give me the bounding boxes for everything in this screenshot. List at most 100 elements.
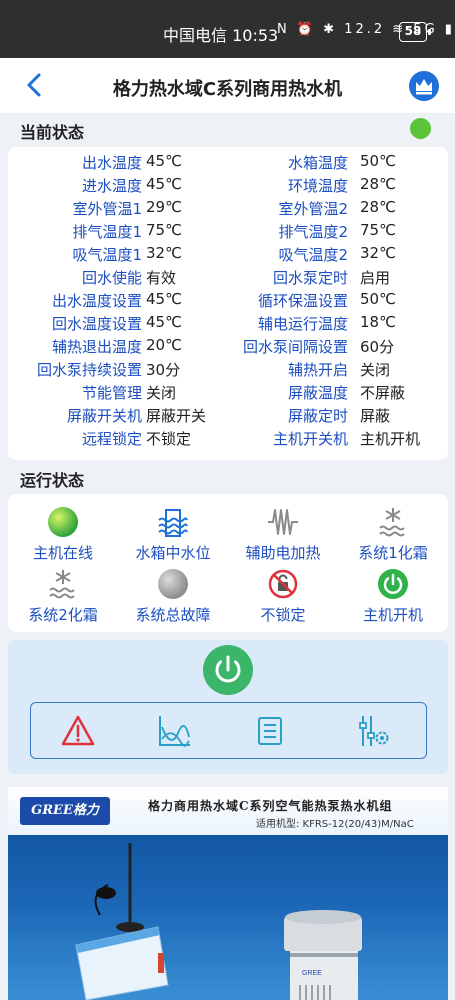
run-label: 系统2化霜 bbox=[28, 606, 98, 624]
param-label: 环境温度 bbox=[287, 177, 348, 195]
list-icon[interactable] bbox=[252, 713, 288, 749]
unlock-icon bbox=[268, 569, 298, 599]
param-row: 回水泵持续设置 30分 辅热开启 关闭 bbox=[8, 359, 448, 382]
param-row: 远程锁定 不锁定 主机开关机 主机开机 bbox=[8, 428, 448, 451]
param-row: 出水温度设置 45℃ 循环保温设置 50℃ bbox=[8, 290, 448, 313]
param-value: 60分 bbox=[360, 338, 395, 356]
param-row: 节能管理 关闭 屏蔽温度 不屏蔽 bbox=[8, 382, 448, 405]
run-item-water-level: 水箱中水位 bbox=[118, 506, 228, 563]
param-value: 75℃ bbox=[146, 221, 182, 239]
param-label: 回水使能 bbox=[81, 269, 142, 287]
power-icon[interactable] bbox=[203, 645, 253, 695]
run-item-fault: 系统总故障 bbox=[118, 568, 228, 625]
run-label: 主机开机 bbox=[362, 606, 423, 624]
param-value: 50℃ bbox=[360, 152, 396, 170]
param-label: 主机开关机 bbox=[272, 430, 348, 448]
param-value: 20℃ bbox=[146, 336, 182, 354]
param-label: 回水泵间隔设置 bbox=[242, 338, 348, 356]
param-value: 45℃ bbox=[146, 152, 182, 170]
param-label: 出水温度设置 bbox=[51, 292, 142, 310]
param-value: 18℃ bbox=[360, 313, 396, 331]
param-label: 室外管温1 bbox=[72, 200, 142, 218]
param-value: 有效 bbox=[146, 269, 177, 287]
param-label: 远程锁定 bbox=[81, 430, 142, 448]
param-label: 室外管温2 bbox=[278, 200, 348, 218]
app-header: 格力热水域C系列商用热水机 bbox=[0, 58, 455, 113]
gree-logo: GREE格力 bbox=[20, 797, 110, 825]
product-image: GREE bbox=[75, 843, 362, 1000]
run-item-defrost-1: 系统1化霜 bbox=[338, 506, 448, 563]
param-value: 不锁定 bbox=[146, 430, 192, 448]
param-label: 出水温度 bbox=[81, 154, 142, 172]
params-card: 出水温度 45℃ 水箱温度 50℃ 进水温度 45℃ 环境温度 28℃ 室外管温… bbox=[8, 147, 448, 460]
param-label: 辅电运行温度 bbox=[257, 315, 348, 333]
param-row: 出水温度 45℃ 水箱温度 50℃ bbox=[8, 152, 448, 175]
crown-icon[interactable] bbox=[409, 71, 439, 101]
param-value: 75℃ bbox=[360, 221, 396, 239]
param-value: 32℃ bbox=[360, 244, 396, 262]
param-row: 室外管温1 29℃ 室外管温2 28℃ bbox=[8, 198, 448, 221]
run-label: 辅助电加热 bbox=[245, 544, 321, 562]
param-label: 辅热开启 bbox=[287, 361, 348, 379]
param-value: 28℃ bbox=[360, 175, 396, 193]
svg-text:GREE: GREE bbox=[302, 970, 322, 977]
param-label: 节能管理 bbox=[81, 384, 142, 402]
run-item-power-on: 主机开机 bbox=[338, 568, 448, 625]
param-value: 启用 bbox=[360, 269, 391, 287]
alarm-icon[interactable] bbox=[60, 713, 96, 749]
run-label: 不锁定 bbox=[260, 606, 306, 624]
param-value: 关闭 bbox=[360, 361, 391, 379]
run-item-heater: 辅助电加热 bbox=[228, 506, 338, 563]
carrier-time: 中国电信 10:53 bbox=[163, 26, 279, 45]
defrost-icon bbox=[49, 570, 75, 599]
param-row: 辅热退出温度 20℃ 回水泵间隔设置 60分 bbox=[8, 336, 448, 359]
param-label: 屏蔽定时 bbox=[287, 407, 348, 425]
param-value: 50℃ bbox=[360, 290, 396, 308]
param-value: 28℃ bbox=[360, 198, 396, 216]
param-label: 吸气温度1 bbox=[72, 246, 142, 264]
banner-model: 适用机型: KFRS-12(20/43)M/NaC bbox=[256, 819, 414, 830]
param-label: 屏蔽温度 bbox=[287, 384, 348, 402]
run-label: 主机在线 bbox=[32, 544, 93, 562]
param-label: 循环保温设置 bbox=[257, 292, 348, 310]
param-value: 屏蔽 bbox=[360, 407, 391, 425]
param-label: 水箱温度 bbox=[287, 154, 348, 172]
param-label: 回水泵持续设置 bbox=[36, 361, 142, 379]
param-label: 排气温度2 bbox=[278, 223, 348, 241]
param-label: 屏蔽开关机 bbox=[66, 407, 142, 425]
run-label: 水箱中水位 bbox=[135, 544, 211, 562]
param-value: 45℃ bbox=[146, 313, 182, 331]
param-row: 排气温度1 75℃ 排气温度2 75℃ bbox=[8, 221, 448, 244]
power-on-icon bbox=[378, 569, 408, 599]
run-status-card: 主机在线 水箱中水位 辅助电加热 系统1化霜 系统2化霜 系统总故障 不锁定 主… bbox=[8, 494, 448, 632]
param-value: 主机开机 bbox=[360, 430, 421, 448]
product-banner[interactable]: GREE格力 格力商用热水域C系列空气能热泵热水机组 适用机型: KFRS-12… bbox=[8, 787, 448, 1000]
param-value: 关闭 bbox=[146, 384, 177, 402]
battery-icon: 58 bbox=[399, 22, 431, 42]
run-item-unlock: 不锁定 bbox=[228, 568, 338, 625]
settings-sliders-icon[interactable] bbox=[355, 713, 391, 749]
param-row: 屏蔽开关机 屏蔽开关 屏蔽定时 屏蔽 bbox=[8, 405, 448, 428]
page-title: 格力热水域C系列商用热水机 bbox=[112, 79, 343, 100]
status-bar: 中国电信 10:53 N ⏰ ✱ 12.2 ≋ 5G ▮ 58 bbox=[0, 0, 455, 58]
param-label: 吸气温度2 bbox=[278, 246, 348, 264]
run-label: 系统1化霜 bbox=[358, 544, 428, 562]
param-row: 回水使能 有效 回水泵定时 启用 bbox=[8, 267, 448, 290]
online-ball-icon bbox=[48, 507, 78, 537]
current-status-title: 当前状态 bbox=[20, 123, 85, 142]
chart-icon[interactable] bbox=[156, 713, 192, 749]
param-value: 不屏蔽 bbox=[360, 384, 406, 402]
fault-ball-icon bbox=[158, 569, 188, 599]
param-row: 进水温度 45℃ 环境温度 28℃ bbox=[8, 175, 448, 198]
param-value: 30分 bbox=[146, 361, 181, 379]
param-value: 32℃ bbox=[146, 244, 182, 262]
status-indicator bbox=[410, 118, 431, 139]
param-row: 回水温度设置 45℃ 辅电运行温度 18℃ bbox=[8, 313, 448, 336]
param-row: 吸气温度1 32℃ 吸气温度2 32℃ bbox=[8, 244, 448, 267]
banner-title: 格力商用热水域C系列空气能热泵热水机组 bbox=[148, 799, 393, 813]
defrost-icon bbox=[379, 508, 405, 537]
run-item-defrost-2: 系统2化霜 bbox=[8, 568, 118, 625]
run-label: 系统总故障 bbox=[135, 606, 211, 624]
param-label: 辅热退出温度 bbox=[51, 338, 142, 356]
param-value: 屏蔽开关 bbox=[146, 407, 207, 425]
